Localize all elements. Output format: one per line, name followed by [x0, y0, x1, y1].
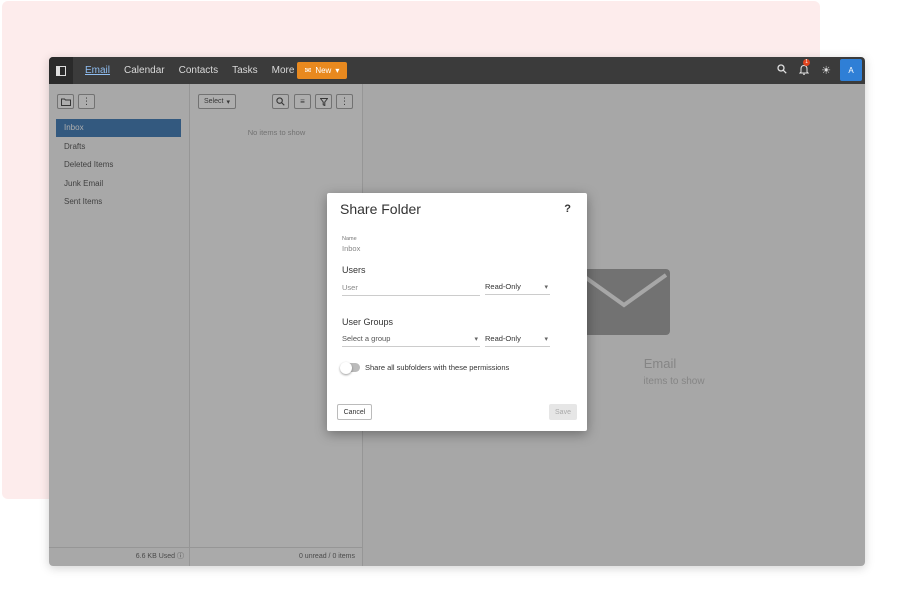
users-heading: Users — [342, 265, 366, 275]
notification-badge: 1 — [803, 58, 811, 66]
search-icon[interactable] — [777, 64, 787, 77]
notifications-button[interactable]: 1 — [798, 58, 811, 78]
cancel-button[interactable]: Cancel — [337, 404, 372, 420]
chevron-down-icon: ▾ — [474, 336, 478, 343]
subfolders-toggle[interactable] — [340, 361, 360, 374]
new-button[interactable]: ✉ New ▾ — [297, 62, 347, 79]
chevron-down-icon: ▾ — [544, 336, 548, 343]
user-input[interactable]: User — [342, 283, 480, 296]
folder-name-value: Inbox — [342, 244, 361, 253]
name-label: Name — [342, 236, 357, 242]
user-input-placeholder: User — [342, 283, 358, 292]
nav-contacts[interactable]: Contacts — [179, 65, 218, 76]
subfolders-label: Share all subfolders with these permissi… — [365, 363, 510, 372]
nav-tasks[interactable]: Tasks — [232, 65, 258, 76]
sidebar-icon — [56, 65, 66, 76]
group-permission-select[interactable]: Read-Only ▾ — [485, 334, 550, 347]
toggle-knob — [340, 361, 352, 374]
sidebar-toggle-button[interactable] — [49, 57, 73, 84]
nav-calendar[interactable]: Calendar — [124, 65, 165, 76]
new-button-label: New — [315, 66, 332, 75]
save-button[interactable]: Save — [549, 404, 577, 420]
brightness-icon[interactable]: ☀ — [821, 64, 831, 77]
nav-email[interactable]: Email — [85, 65, 110, 76]
avatar[interactable]: A — [840, 59, 862, 81]
share-folder-dialog: Share Folder ? Name Inbox Users User Rea… — [327, 193, 587, 431]
group-select-placeholder: Select a group — [342, 334, 391, 343]
dialog-title: Share Folder — [340, 201, 421, 217]
topbar-actions: 1 ☀ — [777, 57, 831, 84]
help-button[interactable]: ? — [564, 203, 571, 215]
group-permission-value: Read-Only — [485, 334, 521, 343]
chevron-down-icon: ▾ — [335, 66, 340, 75]
user-groups-heading: User Groups — [342, 317, 394, 327]
group-select[interactable]: Select a group ▾ — [342, 334, 480, 347]
topbar: Email Calendar Contacts Tasks More ▾ ✉ N… — [49, 57, 865, 84]
user-permission-select[interactable]: Read-Only ▾ — [485, 282, 550, 295]
user-permission-value: Read-Only — [485, 282, 521, 291]
main-nav: Email Calendar Contacts Tasks More ▾ — [85, 57, 302, 84]
mail-icon: ✉ — [304, 66, 312, 75]
chevron-down-icon: ▾ — [544, 284, 548, 291]
